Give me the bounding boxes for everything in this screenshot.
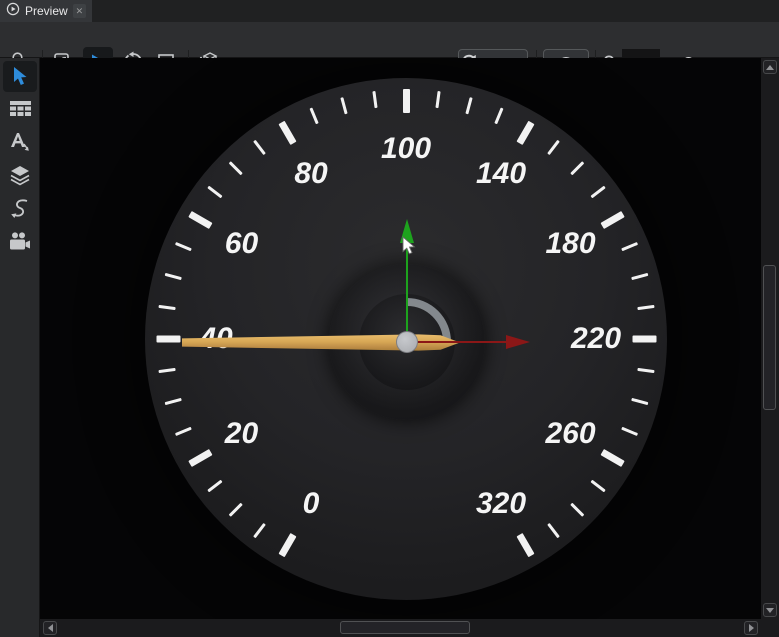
text-icon [9, 131, 31, 153]
layers-icon [9, 165, 31, 186]
scroll-up-button[interactable] [763, 60, 777, 74]
scrollbar-corner [761, 619, 779, 637]
gauge-label: 0 [303, 487, 320, 521]
scroll-down-button[interactable] [763, 603, 777, 617]
sidebar-item-table[interactable] [0, 98, 40, 120]
arrow-down-icon [766, 608, 774, 613]
gauge-label: 20 [225, 417, 258, 451]
tab-bar: Preview ✕ [0, 0, 779, 22]
preview-canvas[interactable]: 020406080100140180220260320 [40, 58, 761, 619]
scroll-right-button[interactable] [744, 621, 758, 635]
gauge-label: 260 [546, 417, 596, 451]
vertical-scrollbar[interactable] [761, 58, 779, 619]
camera-icon [9, 232, 31, 251]
horizontal-scrollbar[interactable] [40, 619, 761, 637]
gauge-label: 80 [294, 157, 327, 191]
mouse-cursor-icon [402, 236, 418, 257]
gauge-label: 180 [546, 227, 596, 261]
app-window: Preview ✕ [0, 0, 779, 637]
sidebar-item-camera[interactable] [0, 230, 40, 252]
scroll-left-button[interactable] [43, 621, 57, 635]
sidebar [0, 58, 40, 637]
toolbar: Restart 100% [0, 22, 779, 58]
gizmo-axis-x[interactable] [407, 341, 506, 343]
gauge-label: 60 [225, 227, 258, 261]
gauge-tick [632, 336, 656, 343]
gizmo-axis-y[interactable] [406, 242, 408, 343]
sidebar-item-layers[interactable] [0, 164, 40, 186]
sidebar-item-flow[interactable] [0, 197, 40, 219]
sidebar-item-text[interactable] [0, 130, 40, 154]
gauge-tick [403, 89, 410, 113]
play-circle-icon [6, 2, 20, 21]
gauge-label: 320 [476, 487, 526, 521]
arrow-up-icon [766, 65, 774, 70]
gizmo-origin[interactable] [396, 331, 418, 353]
pointer-tool-icon [12, 67, 29, 86]
gauge-label: 140 [476, 157, 526, 191]
gauge-tick [156, 336, 180, 343]
gauge-label: 100 [381, 132, 431, 166]
arrow-left-icon [48, 624, 53, 632]
horizontal-scroll-thumb[interactable] [340, 621, 470, 634]
gauge-label: 220 [571, 322, 621, 356]
tab-close-button[interactable]: ✕ [73, 4, 86, 18]
gizmo-axis-x-arrowhead[interactable] [506, 335, 530, 349]
tab-label: Preview [25, 4, 68, 18]
sidebar-item-pointer[interactable] [3, 61, 37, 92]
tab-preview[interactable]: Preview ✕ [0, 0, 92, 22]
vertical-scroll-thumb[interactable] [763, 265, 776, 410]
table-icon [10, 101, 31, 117]
curve-arrow-icon [10, 197, 30, 219]
arrow-right-icon [749, 624, 754, 632]
